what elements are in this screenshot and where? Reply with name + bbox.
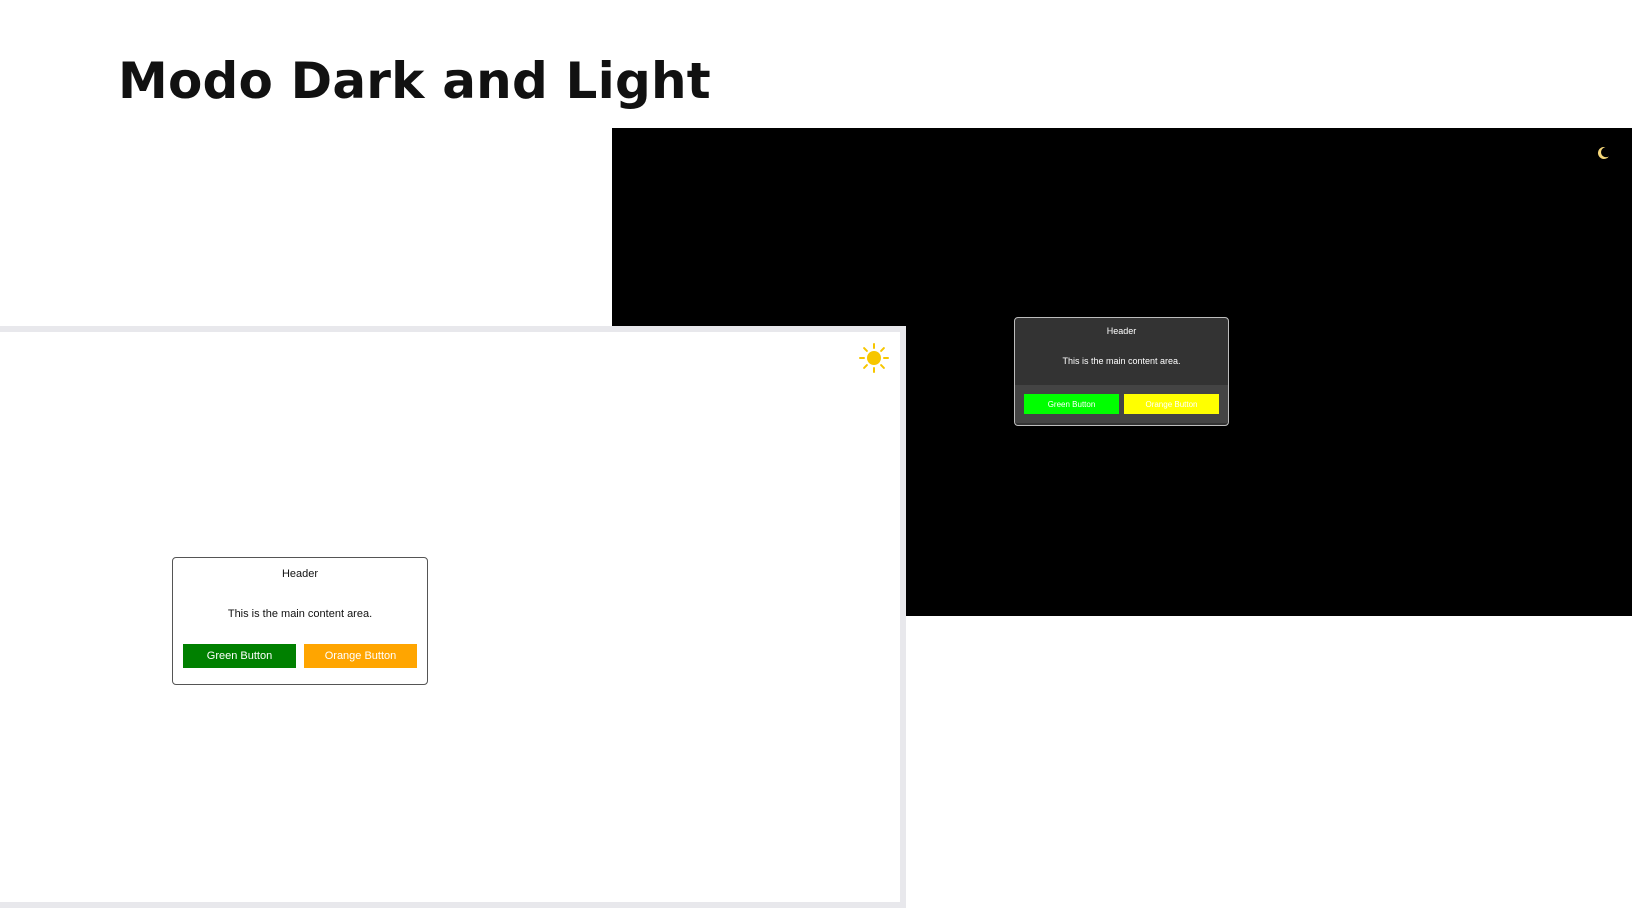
sun-icon[interactable]: [858, 342, 890, 374]
card-footer: Green Button Orange Button: [173, 644, 427, 674]
green-button[interactable]: Green Button: [183, 644, 296, 668]
dark-card: Header This is the main content area. Gr…: [1014, 317, 1229, 426]
moon-icon[interactable]: [1594, 144, 1612, 162]
light-card: Header This is the main content area. Gr…: [172, 557, 428, 685]
card-header: Header: [281, 568, 319, 580]
card-content: This is the main content area.: [1062, 356, 1181, 366]
card-footer: Green Button Orange Button: [1015, 385, 1228, 423]
card-header: Header: [1106, 326, 1137, 336]
light-mode-screenshot: Header This is the main content area. Gr…: [0, 326, 906, 908]
green-button[interactable]: Green Button: [1024, 394, 1119, 414]
card-content: This is the main content area.: [227, 608, 373, 620]
orange-button[interactable]: Orange Button: [1124, 394, 1219, 414]
orange-button[interactable]: Orange Button: [304, 644, 417, 668]
slide-title: Modo Dark and Light: [118, 52, 711, 110]
